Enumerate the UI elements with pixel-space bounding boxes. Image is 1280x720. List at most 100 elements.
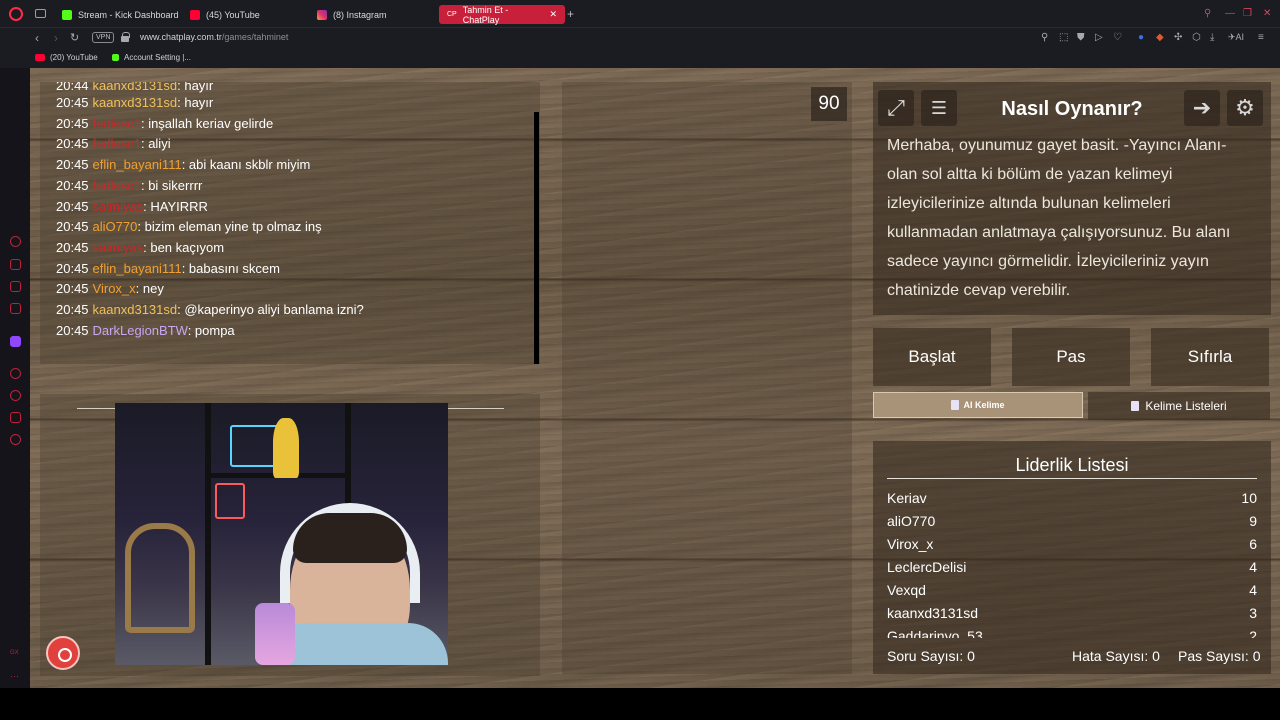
ai-button[interactable]: ✈AI <box>1228 32 1244 43</box>
play-icon[interactable]: ▷ <box>1095 32 1103 43</box>
sidebar-messenger-icon[interactable] <box>10 281 21 292</box>
maximize-window-icon[interactable]: ❐ <box>1243 8 1252 19</box>
gear-icon[interactable]: ⚙ <box>1227 90 1263 126</box>
shield-icon[interactable]: ⛊ <box>1077 32 1085 43</box>
tab-instagram[interactable]: (8) Instagram <box>313 5 438 24</box>
close-window-icon[interactable]: ✕ <box>1263 8 1271 19</box>
chat-time: 20:45 <box>56 322 89 338</box>
extension-fox-icon[interactable]: ◆ <box>1156 32 1164 43</box>
wallet-icon[interactable]: ⬡ <box>1192 32 1201 43</box>
player-name: Vexqd <box>887 582 926 598</box>
extensions-puzzle-icon[interactable]: ✣ <box>1174 32 1182 43</box>
pin-icon[interactable]: ⚲ <box>1041 32 1048 43</box>
sidebar-music-icon[interactable] <box>10 303 21 314</box>
back-icon[interactable]: ‹ <box>35 31 39 45</box>
sidebar-twitch-icon[interactable] <box>10 336 21 347</box>
chat-text: : @kaperinyo aliyi banlama izni? <box>177 302 364 317</box>
chat-text: : bi sikerrrr <box>140 177 203 193</box>
sidebar-shop-icon[interactable] <box>10 259 21 270</box>
tab-kick-dashboard[interactable]: Stream - Kick Dashboard <box>58 5 183 24</box>
sidebar-aria-icon[interactable] <box>10 236 21 247</box>
reload-icon[interactable]: ↻ <box>70 31 79 44</box>
chat-text: : inşallah keriav gelirde <box>140 115 274 131</box>
sidebar-player-icon[interactable] <box>10 368 21 379</box>
record-button[interactable] <box>46 636 80 670</box>
url-field[interactable]: www.chatplay.com.tr/games/tahminet <box>140 32 288 42</box>
tab-overview-icon[interactable] <box>35 9 46 18</box>
chat-scrollbar[interactable] <box>534 112 539 364</box>
chat-username[interactable]: fedlesc1 <box>93 116 141 131</box>
chat-message: 20:45 eflin_bayani111: abi kaanı skblr mi… <box>56 157 310 172</box>
word-lists-button[interactable]: Kelime Listeleri <box>1088 392 1270 420</box>
extension-blue-icon[interactable]: ● <box>1138 32 1144 43</box>
chat-username[interactable]: salmiyas <box>93 199 144 214</box>
menu-icon[interactable]: ≡ <box>1258 32 1264 43</box>
chat-message: 20:45 DarkLegionBTW: pompa <box>56 323 235 338</box>
bookmark-youtube[interactable]: (20) YouTube <box>35 53 98 62</box>
chat-username[interactable]: eflin_bayani111 <box>93 157 182 172</box>
chat-username[interactable]: salmiyas <box>93 240 144 255</box>
start-button[interactable]: Başlat <box>873 328 991 386</box>
chatplay-page: 20:44 kaanxd3131sd: hayır 20:45 kaanxd3131s… <box>30 68 1280 688</box>
player-name: LeclercDelisi <box>887 559 967 575</box>
lock-icon[interactable] <box>121 32 130 42</box>
word-lists-label: Kelime Listeleri <box>1145 399 1227 413</box>
bookmark-account-setting[interactable]: Account Setting |... <box>112 53 191 62</box>
sidebar-history-icon[interactable] <box>10 390 21 401</box>
chat-username[interactable]: fedlesc1 <box>93 136 141 151</box>
chat-username[interactable]: Virox_x <box>93 281 136 296</box>
close-tab-icon[interactable]: ✕ <box>549 9 557 20</box>
logout-icon[interactable]: ➔ <box>1184 90 1220 126</box>
chat-time: 20:45 <box>56 136 89 152</box>
address-bar: ‹ › ↻ VPN www.chatplay.com.tr/games/tahm… <box>0 28 1280 50</box>
sidebar-more-icon[interactable]: ··· <box>10 671 21 682</box>
chat-username[interactable]: DarkLegionBTW <box>93 323 188 338</box>
new-tab-button[interactable]: + <box>567 7 574 21</box>
heart-icon[interactable]: ♡ <box>1113 32 1122 43</box>
ai-label: AI <box>1235 32 1245 42</box>
ai-word-label: AI Kelime <box>963 400 1005 410</box>
tab-chatplay[interactable]: CP Tahmin Et - ChatPlay ✕ <box>439 4 565 25</box>
chat-username[interactable]: aliO770 <box>93 219 138 234</box>
chat-username[interactable]: kaanxd3131sd <box>93 95 178 110</box>
vpn-badge[interactable]: VPN <box>92 32 115 43</box>
chat-text: : pompa <box>187 322 235 338</box>
pass-button[interactable]: Pas <box>1012 328 1130 386</box>
chat-time: 20:45 <box>56 219 89 235</box>
chat-username[interactable]: fedlesc1 <box>93 178 141 193</box>
tab-youtube[interactable]: (45) YouTube <box>186 5 311 24</box>
browser-sidebar: GX ··· <box>0 68 30 720</box>
bookmarks-bar: (20) YouTube Account Setting |... <box>0 50 1280 68</box>
tab-label: Tahmin Et - ChatPlay <box>462 4 509 25</box>
chat-time: 20:45 <box>56 177 89 193</box>
instagram-icon <box>317 9 327 20</box>
player-score: 4 <box>1249 559 1257 575</box>
chat-message: 20:44 kaanxd3131sd: hayır <box>56 82 213 93</box>
player-score: 10 <box>1241 490 1257 506</box>
sidebar-extensions-icon[interactable] <box>10 412 21 423</box>
minimize-window-icon[interactable]: — <box>1225 8 1235 19</box>
taskbar <box>0 688 1280 720</box>
sidebar-settings-icon[interactable] <box>10 434 21 445</box>
forward-icon[interactable]: › <box>54 31 58 45</box>
chat-time: 20:44 <box>56 82 89 93</box>
webcam-feed <box>115 403 448 665</box>
search-tabs-icon[interactable]: ⚲ <box>1204 8 1211 19</box>
download-icon[interactable]: ⤓ <box>1210 32 1214 43</box>
chat-message: 20:45 salmiyas: ben kaçıyom <box>56 240 224 255</box>
sidebar-gx-icon[interactable]: GX <box>10 650 21 661</box>
reset-button[interactable]: Sıfırla <box>1151 328 1269 386</box>
snapshot-icon[interactable]: ⬚ <box>1059 32 1068 43</box>
ai-word-button[interactable]: AI Kelime <box>873 392 1083 418</box>
chat-text: : babasını skcem <box>181 260 280 276</box>
questions-value: 0 <box>967 648 975 664</box>
chat-username[interactable]: kaanxd3131sd <box>93 82 178 93</box>
opera-logo-icon[interactable] <box>9 7 23 21</box>
chat-username[interactable]: eflin_bayani111 <box>93 261 182 276</box>
player-name: kaanxd3131sd <box>887 605 979 621</box>
chat-text: : bizim eleman yine tp olmaz inş <box>137 219 322 235</box>
how-to-play-text: Merhaba, oyunumuz gayet basit. -Yayıncı … <box>887 137 1231 299</box>
bookmark-label: Account Setting |... <box>124 53 192 62</box>
leaderboard-row: Keriav 10 <box>887 490 1257 506</box>
chat-username[interactable]: kaanxd3131sd <box>93 302 178 317</box>
